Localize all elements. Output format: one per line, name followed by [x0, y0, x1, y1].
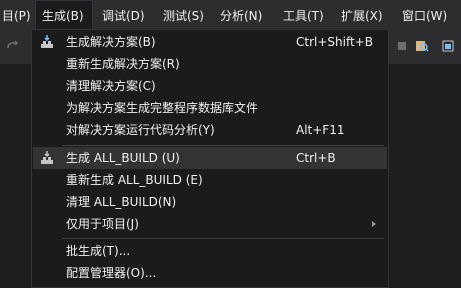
menu-extensions[interactable]: 扩展(X) — [335, 0, 389, 30]
menu-item-build-solution[interactable]: 生成解决方案(B) Ctrl+Shift+B — [33, 31, 387, 53]
menu-item-label: 生成解决方案(B) — [66, 35, 156, 49]
side-panel — [389, 64, 461, 288]
menu-item-label: 批生成(T)... — [66, 244, 131, 258]
menu-item-rebuild-project[interactable]: 重新生成 ALL_BUILD (E) — [33, 169, 387, 191]
submenu-arrow-icon — [372, 221, 376, 227]
menu-item-run-code-analysis[interactable]: 对解决方案运行代码分析(Y) Alt+F11 — [33, 119, 387, 141]
menu-item-rebuild-solution[interactable]: 重新生成解决方案(R) — [33, 53, 387, 75]
menu-item-label: 清理 ALL_BUILD(N) — [66, 195, 177, 209]
tool-icon[interactable] — [395, 39, 409, 53]
menu-separator — [62, 145, 384, 146]
menu-separator — [62, 238, 384, 239]
menu-test[interactable]: 测试(S) — [157, 0, 210, 30]
menu-item-label: 清理解决方案(C) — [66, 79, 156, 93]
menu-build[interactable]: 生成(B) — [35, 0, 93, 30]
menu-item-label: 仅用于项目(J) — [66, 217, 139, 231]
menu-item-generate-pdb[interactable]: 为解决方案生成完整程序数据库文件 — [33, 97, 387, 119]
menu-item-build-project[interactable]: 生成 ALL_BUILD (U) Ctrl+B — [33, 147, 387, 169]
menu-item-label: 为解决方案生成完整程序数据库文件 — [66, 101, 259, 115]
menu-item-clean-solution[interactable]: 清理解决方案(C) — [33, 75, 387, 97]
find-in-files-icon[interactable] — [415, 39, 429, 53]
menu-item-configuration-manager[interactable]: 配置管理器(O)... — [33, 262, 387, 284]
menu-analyze[interactable]: 分析(N) — [214, 0, 268, 30]
redo-icon[interactable] — [6, 39, 20, 53]
build-project-icon — [41, 151, 53, 164]
menu-item-label: 重新生成 ALL_BUILD (E) — [66, 173, 203, 187]
menu-item-clean-project[interactable]: 清理 ALL_BUILD(N) — [33, 191, 387, 213]
editor-gutter — [0, 64, 31, 288]
menu-item-label: 对解决方案运行代码分析(Y) — [66, 123, 215, 137]
menu-debug[interactable]: 调试(D) — [96, 0, 151, 30]
menu-item-shortcut: Ctrl+Shift+B — [296, 35, 373, 49]
menu-bar: 目(P) 生成(B) 调试(D) 测试(S) 分析(N) 工具(T) 扩展(X)… — [0, 0, 461, 30]
menu-item-project-only[interactable]: 仅用于项目(J) — [33, 213, 387, 235]
solution-explorer-icon[interactable] — [441, 39, 455, 53]
menu-item-label: 配置管理器(O)... — [66, 266, 157, 280]
menu-item-shortcut: Ctrl+B — [296, 151, 336, 165]
build-menu-dropdown: 生成解决方案(B) Ctrl+Shift+B 重新生成解决方案(R) 清理解决方… — [31, 29, 389, 288]
menu-tools[interactable]: 工具(T) — [277, 0, 330, 30]
menu-item-label: 生成 ALL_BUILD (U) — [66, 151, 180, 165]
menu-item-label: 重新生成解决方案(R) — [66, 57, 180, 71]
menu-project[interactable]: 目(P) — [0, 0, 37, 30]
menu-item-shortcut: Alt+F11 — [296, 123, 345, 137]
menu-window[interactable]: 窗口(W) — [396, 0, 453, 30]
build-solution-icon — [41, 35, 53, 48]
menu-item-batch-build[interactable]: 批生成(T)... — [33, 240, 387, 262]
